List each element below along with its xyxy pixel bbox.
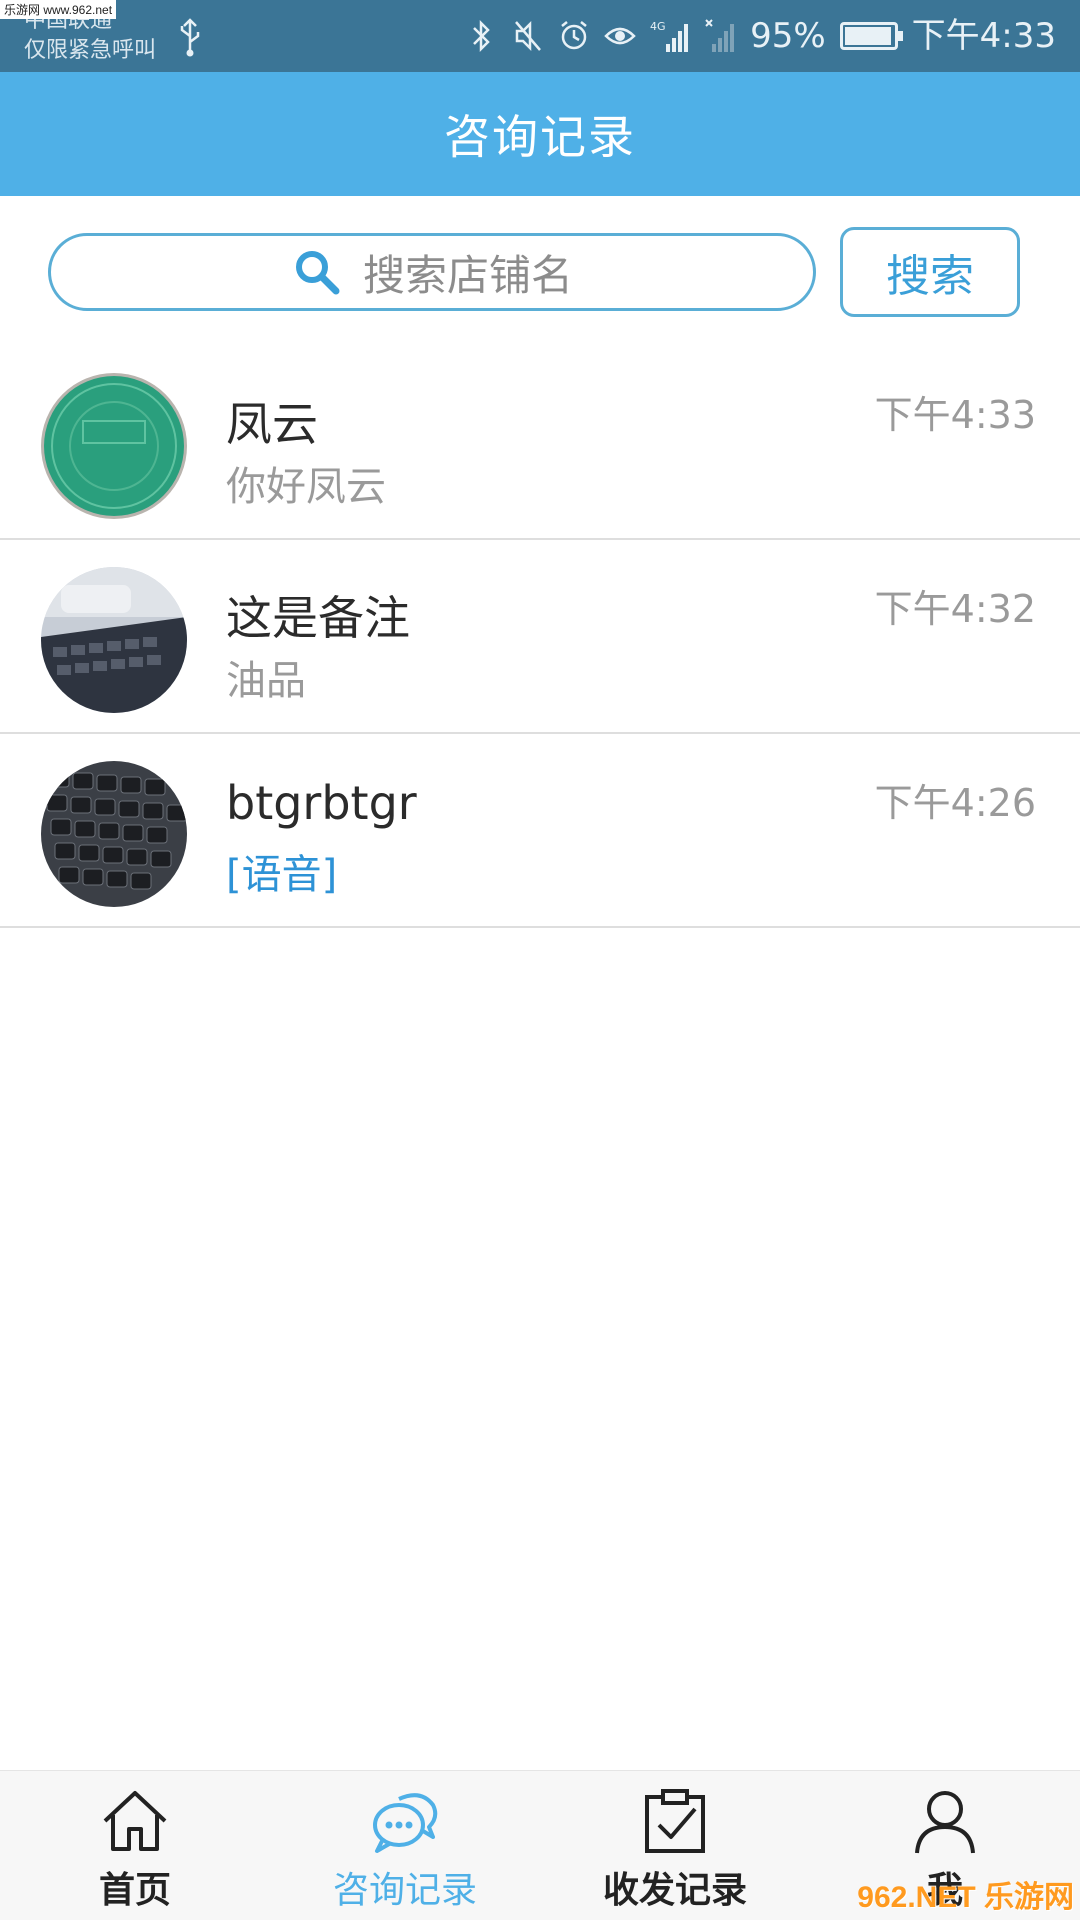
nav-item-home[interactable]: 首页 [0, 1771, 270, 1920]
status-bar: 中国联通 仅限紧急呼叫 4G 95% 下午4:33 [0, 0, 1080, 72]
status-time: 下午4:33 [911, 16, 1056, 56]
conversation-row[interactable]: 凤云 你好凤云 下午4:33 [0, 346, 1080, 540]
watermark-top: 乐游网 www.962.net [0, 0, 117, 19]
search-input[interactable]: 搜索店铺名 [48, 233, 816, 311]
nav-label: 咨询记录 [332, 1870, 477, 1911]
app-header: 咨询记录 [0, 72, 1080, 196]
conversation-time: 下午4:33 [874, 393, 1036, 437]
nav-label: 收发记录 [602, 1870, 747, 1911]
emergency-only-label: 仅限紧急呼叫 [24, 38, 157, 63]
status-icons: 4G 95% 下午4:33 [466, 12, 1056, 60]
usb-icon [180, 18, 200, 57]
search-button[interactable]: 搜索 [840, 227, 1020, 317]
search-icon [295, 251, 340, 295]
conversation-last-message: [语音] [226, 852, 338, 898]
user-icon [915, 1791, 975, 1854]
battery-icon [839, 22, 903, 50]
conversation-last-message: 油品 [226, 658, 306, 704]
avatar [41, 567, 187, 713]
watermark-bottom: 962.NET 乐游网 [857, 1881, 1074, 1914]
no-signal-icon [705, 19, 735, 52]
conversation-name: 这是备注 [226, 591, 410, 645]
nav-item-consult-records[interactable]: 咨询记录 [270, 1771, 540, 1920]
conversation-time: 下午4:26 [874, 781, 1036, 825]
search-placeholder: 搜索店铺名 [362, 250, 573, 300]
avatar [41, 761, 187, 907]
signal-icon: 4G [650, 20, 689, 52]
conversation-list: 凤云 你好凤云 下午4:33 这是备注 油品 下午4:32 btgrbtgr [… [0, 346, 1080, 928]
nav-label: 首页 [98, 1870, 171, 1911]
clipboard-check-icon [645, 1789, 705, 1853]
chat-icon [373, 1793, 438, 1853]
conversation-row[interactable]: btgrbtgr [语音] 下午4:26 [0, 734, 1080, 928]
nav-item-delivery-records[interactable]: 收发记录 [540, 1771, 810, 1920]
alarm-icon [561, 21, 587, 50]
avatar [41, 373, 187, 519]
eye-icon [604, 27, 636, 45]
conversation-last-message: 你好凤云 [226, 464, 386, 510]
conversation-row[interactable]: 这是备注 油品 下午4:32 [0, 540, 1080, 734]
conversation-time: 下午4:32 [874, 587, 1036, 631]
mute-icon [515, 20, 542, 52]
battery-percent: 95% [750, 16, 826, 56]
network-type-label: 4G [650, 20, 666, 33]
conversation-name: 凤云 [226, 397, 318, 451]
page-title: 咨询记录 [444, 110, 636, 164]
conversation-name: btgrbtgr [226, 776, 417, 830]
home-icon [103, 1791, 167, 1851]
bluetooth-icon [473, 19, 490, 53]
